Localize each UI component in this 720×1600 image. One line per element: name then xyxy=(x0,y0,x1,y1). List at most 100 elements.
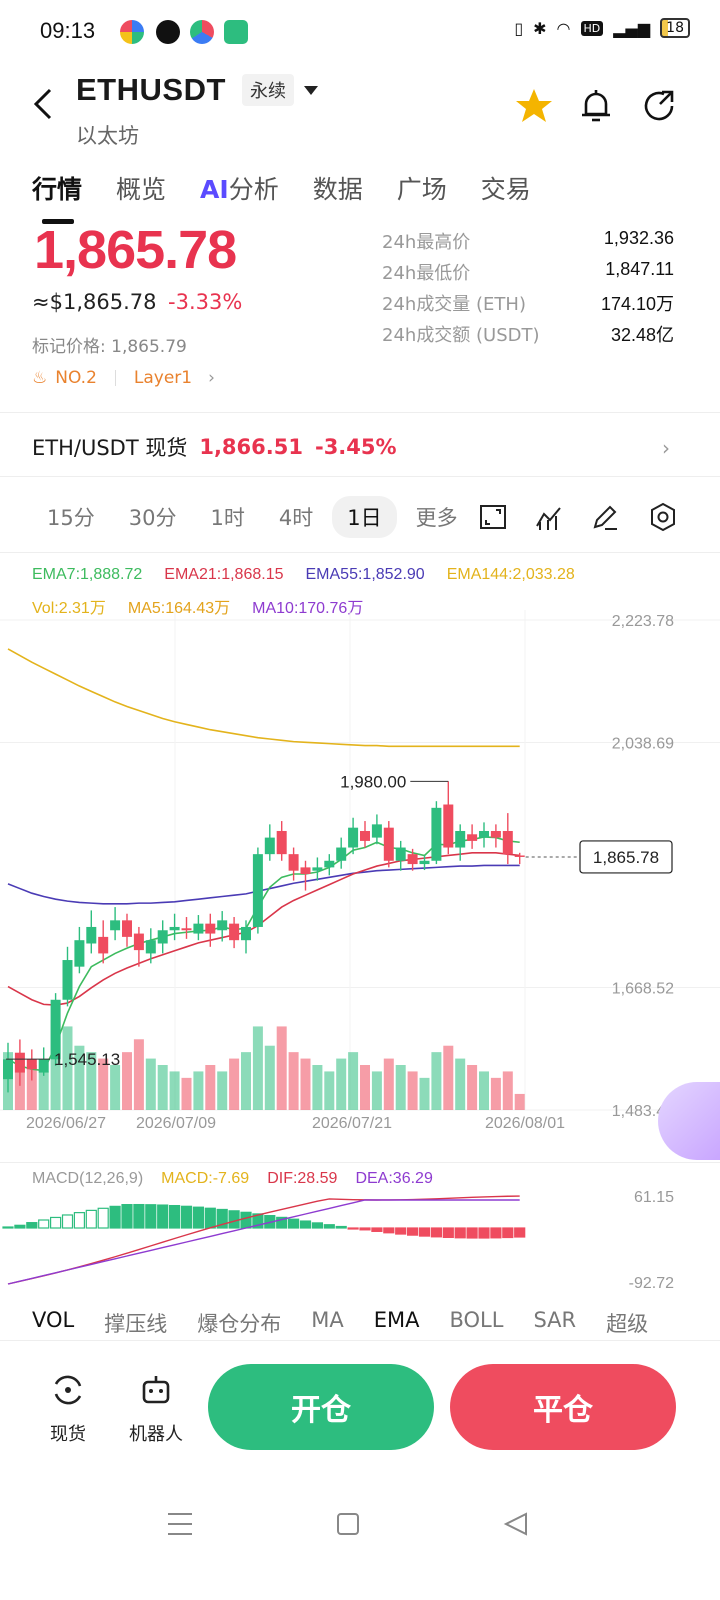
candle-body xyxy=(193,923,204,934)
back-arrow-icon[interactable] xyxy=(30,86,60,122)
ema7-line xyxy=(7,836,520,1072)
tab-market[interactable]: 行情 xyxy=(32,170,82,206)
candle-body xyxy=(3,1059,13,1080)
rank-tag[interactable]: NO.2 xyxy=(55,368,97,388)
macd-histogram-bar xyxy=(323,1224,335,1229)
interval-4h[interactable]: 4时 xyxy=(264,496,328,538)
candle-body xyxy=(241,926,251,941)
ema21-label: EMA21:1,868.15 xyxy=(164,566,284,583)
spot-pair-row[interactable]: ETH/USDT 现货 1,866.51 -3.45% xyxy=(32,432,397,462)
system-indicators: ▯ ✱ ◠ HD ▂▄▆ 18 xyxy=(514,18,690,38)
stat-value: 1,932.36 xyxy=(603,228,674,248)
open-position-button[interactable]: 开仓 xyxy=(208,1364,434,1450)
macd-histogram-bar xyxy=(407,1227,419,1236)
macd-histogram-bar xyxy=(38,1219,50,1229)
ema-legend: EMA7:1,888.72 EMA21:1,868.15 EMA55:1,852… xyxy=(32,566,575,584)
tab-overview[interactable]: 概览 xyxy=(116,170,166,206)
indicator-vol[interactable]: VOL xyxy=(32,1308,74,1338)
dif-line xyxy=(7,1195,520,1285)
volume-bar xyxy=(490,1077,501,1110)
candle-body xyxy=(348,827,359,848)
contract-type-badge[interactable]: 永续 xyxy=(242,74,294,106)
hd-icon: HD xyxy=(580,20,604,36)
volume-bar xyxy=(419,1077,430,1110)
last-price: 1,865.78 xyxy=(34,220,237,280)
ema144-label: EMA144:2,033.28 xyxy=(446,566,575,583)
symbol-dropdown-icon[interactable] xyxy=(304,86,318,95)
stat-label: 24h最低价 xyxy=(382,263,471,284)
sector-tag[interactable]: Layer1 xyxy=(134,368,192,388)
robot-icon[interactable] xyxy=(138,1372,174,1408)
candle-body xyxy=(383,827,394,861)
favorite-star-icon[interactable] xyxy=(514,86,554,126)
candle-body xyxy=(419,860,430,865)
settings-gear-icon[interactable] xyxy=(648,502,678,532)
candle-body xyxy=(62,960,73,1000)
macd-histogram-bar xyxy=(204,1207,216,1229)
stats-panel: 24h最高价 1,932.36 24h最低价 1,847.11 24h成交量 (ET… xyxy=(382,228,674,352)
stat-value: 32.48亿 xyxy=(610,325,674,345)
macd-histogram-bar xyxy=(26,1222,38,1229)
spot-label[interactable]: 现货 xyxy=(28,1420,108,1446)
volume-bar xyxy=(133,1039,144,1110)
macd-histogram-bar xyxy=(442,1227,454,1239)
menu-nav-icon[interactable] xyxy=(168,1513,192,1535)
bell-icon[interactable] xyxy=(576,86,616,126)
interval-1h[interactable]: 1时 xyxy=(195,496,259,538)
asset-tags[interactable]: ♨ NO.2 Layer1 › xyxy=(32,368,215,388)
interval-more[interactable]: 更多 xyxy=(401,496,473,538)
draw-pencil-icon[interactable] xyxy=(590,502,620,532)
indicator-icon[interactable] xyxy=(534,502,564,532)
price-change-pct: -3.33% xyxy=(168,290,243,314)
candle-body xyxy=(514,855,525,857)
side-drawer-handle[interactable] xyxy=(658,1082,720,1160)
candle-body xyxy=(360,830,370,841)
spot-switch-icon[interactable] xyxy=(50,1372,86,1408)
candle-body xyxy=(443,804,454,848)
indicator-support-resistance[interactable]: 撑压线 xyxy=(104,1308,167,1338)
macd-histogram-bar xyxy=(514,1227,526,1238)
indicator-super[interactable]: 超级 xyxy=(606,1308,648,1338)
indicator-ema[interactable]: EMA xyxy=(374,1308,420,1338)
stat-row-turnover: 24h成交额 (USDT) 32.48亿 xyxy=(382,321,674,352)
symbol-title[interactable]: ETHUSDT xyxy=(76,72,226,108)
tab-data[interactable]: 数据 xyxy=(313,170,363,206)
macd-histogram-bar xyxy=(97,1207,109,1229)
volume-bar xyxy=(252,1026,263,1110)
indicator-liquidation[interactable]: 爆仓分布 xyxy=(197,1308,281,1338)
indicator-sar[interactable]: SAR xyxy=(533,1308,576,1338)
candle-body xyxy=(110,920,121,931)
volume-bar xyxy=(502,1071,513,1110)
robot-label[interactable]: 机器人 xyxy=(116,1420,196,1446)
macd-histogram-bar xyxy=(383,1227,395,1234)
interval-1d[interactable]: 1日 xyxy=(332,496,397,538)
macd-chart[interactable]: 61.15 -92.72 xyxy=(0,1186,720,1290)
wifi-icon: ◠ xyxy=(556,18,571,38)
close-position-button[interactable]: 平仓 xyxy=(450,1364,676,1450)
macd-histogram-bar xyxy=(157,1204,169,1229)
candlestick-chart[interactable]: 2,223.782,038.691,668.521,483.431,980.00… xyxy=(0,610,720,1130)
share-icon[interactable] xyxy=(640,86,680,126)
macd-min-label: -92.72 xyxy=(629,1275,674,1290)
tab-square[interactable]: 广场 xyxy=(397,170,447,206)
interval-30m[interactable]: 30分 xyxy=(114,496,192,538)
fullscreen-icon[interactable] xyxy=(478,502,508,532)
indicator-selector: VOL 撑压线 爆仓分布 MA EMA BOLL SAR 超级 xyxy=(32,1308,692,1338)
divider xyxy=(0,476,720,477)
indicator-boll[interactable]: BOLL xyxy=(449,1308,503,1338)
chevron-right-icon[interactable]: › xyxy=(662,436,670,460)
tab-trade[interactable]: 交易 xyxy=(481,170,531,206)
app-notification-icon xyxy=(120,20,144,44)
volume-bar xyxy=(324,1071,335,1110)
interval-15m[interactable]: 15分 xyxy=(32,496,110,538)
back-nav-icon[interactable] xyxy=(503,1512,527,1536)
tab-ai-analysis[interactable]: AI分析 xyxy=(200,170,279,206)
volume-bar xyxy=(217,1071,228,1110)
candle-body xyxy=(133,933,144,951)
x-tick-label: 2026/06/27 xyxy=(26,1115,106,1130)
chevron-right-icon[interactable]: › xyxy=(208,368,215,388)
indicator-ma[interactable]: MA xyxy=(311,1308,343,1338)
home-nav-icon[interactable] xyxy=(337,1513,359,1535)
y-tick-label: 2,038.69 xyxy=(612,736,674,753)
candle-body xyxy=(407,854,418,865)
